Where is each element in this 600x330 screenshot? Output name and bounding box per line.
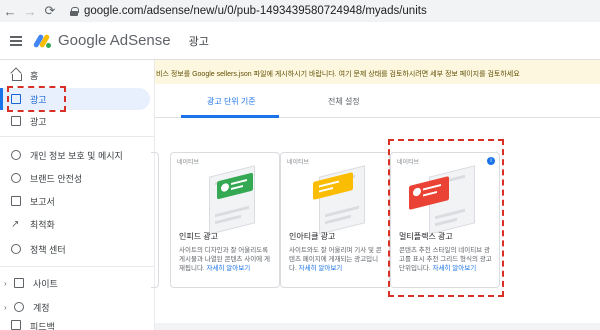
- brand-safety-icon: [11, 173, 21, 183]
- back-arrow-icon[interactable]: ←: [0, 4, 20, 19]
- feedback-icon: [11, 320, 21, 330]
- sidebar-item-policy-center[interactable]: 정책 센터: [0, 238, 150, 260]
- chevron-right-icon: ›: [4, 302, 7, 312]
- menu-icon[interactable]: [10, 35, 22, 46]
- card-description: 사이트의 디자인과 잘 어울리도록 게시물과 나열된 콘텐츠 사이에 게재됩니다…: [179, 246, 274, 273]
- forward-arrow-icon[interactable]: →: [20, 4, 40, 19]
- sidebar-item-reports[interactable]: 보고서: [0, 190, 150, 212]
- reload-icon[interactable]: ⟳: [40, 3, 60, 19]
- sidebar-item-label: 계정: [33, 302, 50, 313]
- card-title: 인아티클 광고: [289, 232, 336, 241]
- learn-more-link[interactable]: 자세히 알아보기: [299, 265, 343, 272]
- sidebar-item-label: 최적화: [30, 219, 55, 230]
- ads-highlight-box: [7, 86, 66, 112]
- ad-unit-icon: [11, 116, 21, 126]
- sidebar-item-label: 정책 센터: [30, 244, 66, 255]
- sidebar-item-optimization[interactable]: ↗ 최적화: [0, 213, 150, 235]
- url-text: google.com/adsense/new/u/0/pub-149343958…: [84, 5, 427, 17]
- sidebar-item-ad-units[interactable]: 광고: [0, 110, 150, 132]
- tab-overall-settings[interactable]: 전체 설정: [328, 96, 360, 107]
- sidebar-item-label: 브랜드 안전성: [30, 173, 83, 184]
- address-bar[interactable]: google.com/adsense/new/u/0/pub-149343958…: [70, 5, 427, 17]
- partial-card[interactable]: [151, 152, 159, 288]
- sidebar-divider: [0, 136, 155, 137]
- optimization-icon: ↗: [11, 219, 20, 230]
- sidebar-item-label: 개인 정보 보호 및 메시지: [30, 150, 123, 161]
- lock-icon: [70, 6, 79, 16]
- sidebar-item-privacy[interactable]: 개인 정보 보호 및 메시지: [0, 144, 150, 166]
- policy-center-icon: [11, 244, 21, 254]
- multiplex-highlight-box: [388, 139, 504, 297]
- sidebar-item-label: 보고서: [30, 196, 55, 207]
- home-icon: [11, 70, 22, 81]
- sidebar-item-label: 피드백: [30, 322, 55, 330]
- active-tab-indicator: [181, 115, 279, 118]
- reports-icon: [11, 196, 21, 206]
- sidebar-item-label: 홈: [30, 70, 39, 81]
- sites-icon: [14, 278, 24, 288]
- tab-bar: 광고 단위 기준 전체 설정: [155, 84, 600, 118]
- adsense-logo-icon: [32, 33, 52, 48]
- chevron-right-icon: ›: [4, 278, 7, 288]
- card-tag: 네이티브: [287, 160, 310, 166]
- content-footer: [155, 323, 600, 330]
- sidebar-item-account[interactable]: › 계정: [0, 296, 150, 318]
- sidebar-item-home[interactable]: 홈: [0, 64, 150, 86]
- tab-by-ad-unit[interactable]: 광고 단위 기준: [207, 96, 256, 107]
- privacy-icon: [11, 150, 21, 160]
- brand-google: Google: [58, 32, 107, 49]
- learn-more-link[interactable]: 자세히 알아보기: [207, 265, 251, 272]
- gear-icon: [14, 302, 24, 312]
- card-title: 인피드 광고: [179, 232, 219, 241]
- sidebar-item-label: 사이트: [33, 278, 58, 289]
- sidebar-item-label: 광고: [30, 116, 47, 127]
- in-feed-ad-card[interactable]: 네이티브 인피드 광고 사이트의 디자인과 잘 어울리도록 게시물과 나열된 콘…: [170, 152, 280, 288]
- page-title: 광고: [188, 35, 209, 48]
- sidebar-item-feedback[interactable]: 피드백: [0, 320, 150, 330]
- sidebar-item-sites[interactable]: › 사이트: [0, 272, 150, 294]
- in-article-ad-card[interactable]: 네이티브 인아티클 광고 사이트와도 잘 어울리며 기사 및 콘텐츠 페이지에 …: [280, 152, 390, 288]
- sidebar-item-brand-safety[interactable]: 브랜드 안전성: [0, 167, 150, 189]
- brand-product: AdSense: [109, 32, 171, 49]
- app-header: Google AdSense 광고: [0, 22, 600, 60]
- browser-toolbar: ← → ⟳ google.com/adsense/new/u/0/pub-149…: [0, 0, 600, 22]
- card-tag: 네이티브: [177, 160, 200, 166]
- ad-unit-cards: 네이티브 인피드 광고 사이트의 디자인과 잘 어울리도록 게시물과 나열된 콘…: [151, 119, 600, 330]
- sellers-json-notice: 비스 정보를 Google sellers.json 파일에 게시하시기 바랍니…: [155, 60, 600, 84]
- card-description: 사이트와도 잘 어울리며 기사 및 콘텐츠 페이지에 게재되는 광고입니다. 자…: [289, 246, 384, 273]
- brand-name[interactable]: Google AdSense: [58, 32, 171, 49]
- sidebar-divider: [0, 266, 155, 267]
